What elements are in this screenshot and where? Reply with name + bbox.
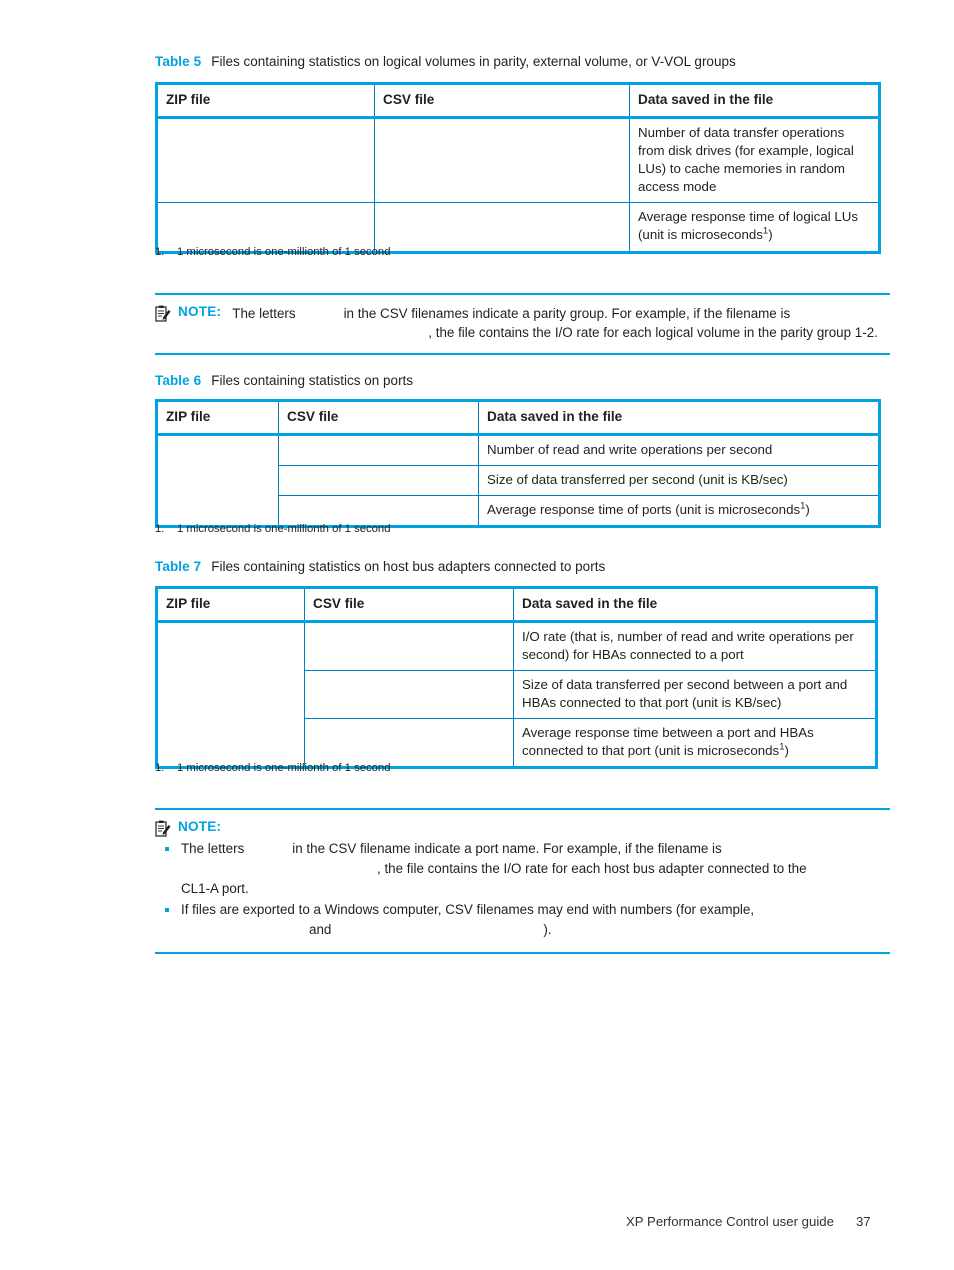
table-6-row-3-data-text: Average response time of ports (unit is … (487, 502, 801, 518)
note-2-bullet2-part1: If files are exported to a Windows compu… (181, 902, 755, 918)
table-row: I/O rate (that is, number of read and wr… (156, 621, 877, 768)
page-footer: XP Performance Control user guide 37 (626, 1214, 871, 1229)
table-7-footnote-number: 1. (155, 762, 165, 774)
table-6-row-2-csv (278, 465, 479, 497)
table-row: Number of read and write operations per … (156, 434, 880, 528)
table-5-row-1-zip (156, 117, 375, 204)
table-6-caption: Table 6 Files containing statistics on po… (155, 373, 413, 389)
table-6-row-2-data: Size of data transferred per second (uni… (478, 465, 880, 497)
table-6-row-3-data: Average response time of ports (unit is … (478, 495, 880, 527)
note-2-bullet1-part3: , the file contains the I/O rate for eac… (377, 860, 807, 876)
list-item: If files are exported to a Windows compu… (165, 900, 890, 940)
note-2-bullet2-part3: ). (543, 922, 552, 938)
table-6-footnote-number: 1. (155, 523, 165, 535)
table-5-footnote: 1. 1 microsecond is one-millionth of 1 se… (155, 246, 391, 260)
note-1-line1-part1: The letters (232, 306, 296, 321)
table-5-row-2-data: Average response time of logical LUs (un… (629, 202, 880, 253)
note-2-bullet2-part2: and (309, 922, 332, 938)
table-7-row-3-data-text: Average response time between a port and… (522, 725, 814, 759)
table-7-row-3-csv (304, 718, 514, 768)
table-6-zip-cell (156, 434, 279, 528)
table-5: ZIP file CSV file Data saved in the file… (155, 82, 881, 255)
table-6-caption-number: Table 6 (155, 373, 202, 388)
table-7-row-3-data-suffix: ) (784, 743, 789, 759)
footer-guide-title: XP Performance Control user guide (626, 1214, 834, 1229)
table-5-header-row: ZIP file CSV file Data saved in the file (156, 83, 880, 120)
table-5-caption: Table 5 Files containing statistics on lo… (155, 54, 736, 70)
table-6: ZIP file CSV file Data saved in the file… (155, 399, 881, 529)
note-rule-bottom (155, 352, 890, 355)
table-6-row-1-data: Number of read and write operations per … (478, 434, 880, 467)
table-7-caption-text: Files containing statistics on host bus … (211, 559, 606, 574)
table-7-row-2-data: Size of data transferred per second betw… (513, 670, 877, 720)
note-clipboard-icon (155, 305, 171, 322)
table-6-header-csv: CSV file (278, 400, 479, 437)
table-5-row-1-csv (374, 117, 630, 204)
page-number: 37 (855, 1214, 871, 1229)
table-7-footnote-text: 1 microsecond is one-millionth of 1 seco… (177, 762, 391, 774)
table-6-header-data: Data saved in the file (478, 400, 880, 437)
table-5-row-2-csv (374, 202, 630, 253)
table-6-row-3-data-suffix: ) (805, 502, 810, 518)
table-5-row-1-data: Number of data transfer operations from … (629, 117, 880, 204)
note-2-bullet1-part2: in the CSV filename indicate a port name… (292, 841, 722, 856)
table-5-header-zip: ZIP file (156, 83, 375, 120)
table-6-row-1-csv (278, 434, 479, 467)
note-2-bullet1-part4: CL1-A port. (181, 880, 249, 896)
note-1-text: The letters in the CSV filenames indicate… (232, 304, 878, 343)
table-7-footnote: 1. 1 microsecond is one-millionth of 1 se… (155, 762, 391, 776)
table-5-row-2-data-text: Average response time of logical LUs (un… (638, 209, 859, 243)
note-header: NOTE: (155, 819, 890, 837)
note-block-1: NOTE: The letters in the CSV filenames in… (155, 293, 890, 355)
table-6-header-zip: ZIP file (156, 400, 279, 437)
table-7-header-zip: ZIP file (156, 587, 305, 624)
table-row: Number of data transfer operations from … (156, 117, 880, 204)
table-5-caption-number: Table 5 (155, 54, 202, 69)
table-7-row-1-data: I/O rate (that is, number of read and wr… (513, 621, 877, 672)
note-body: NOTE: The letters in the CSV filenames in… (155, 295, 890, 353)
table-7-row-1-csv (304, 621, 514, 672)
note-2-bullet1-part1: The letters (181, 841, 245, 856)
note-2-bullet-list: The letters in the CSV filename indicate … (155, 839, 890, 940)
table-7-zip-cell (156, 621, 305, 768)
table-6-footnote-text: 1 microsecond is one-millionth of 1 seco… (177, 523, 391, 535)
table-7-header-csv: CSV file (304, 587, 514, 624)
table-7-header-row: ZIP file CSV file Data saved in the file (156, 587, 877, 624)
note-body: NOTE: The letters in the CSV filename ind… (155, 810, 890, 952)
table-5-header-csv: CSV file (374, 83, 630, 120)
table-7: ZIP file CSV file Data saved in the file… (155, 586, 878, 769)
table-6-caption-text: Files containing statistics on ports (211, 373, 414, 388)
note-label: NOTE: (178, 819, 222, 834)
table-5-row-2-data-suffix: ) (768, 227, 773, 243)
table-5-footnote-text: 1 microsecond is one-millionth of 1 seco… (177, 246, 391, 258)
list-item: The letters in the CSV filename indicate … (165, 839, 890, 898)
note-1-line1-part2: in the CSV filenames indicate a parity g… (343, 306, 791, 321)
note-1-line2-part1: , the file contains the I/O rate for eac… (428, 325, 878, 341)
table-5-footnote-number: 1. (155, 246, 165, 258)
table-7-row-2-csv (304, 670, 514, 720)
note-label: NOTE: (178, 304, 222, 319)
table-7-caption: Table 7 Files containing statistics on ho… (155, 559, 605, 575)
table-6-header-row: ZIP file CSV file Data saved in the file (156, 400, 880, 437)
note-rule-bottom (155, 952, 890, 955)
table-7-header-data: Data saved in the file (513, 587, 877, 624)
table-5-caption-text: Files containing statistics on logical v… (211, 54, 736, 69)
note-header: NOTE: The letters in the CSV filenames in… (155, 304, 890, 343)
table-5-header-data: Data saved in the file (629, 83, 880, 120)
table-7-row-3-data: Average response time between a port and… (513, 718, 877, 768)
table-7-caption-number: Table 7 (155, 559, 202, 574)
document-page: Table 5 Files containing statistics on lo… (0, 0, 954, 1270)
note-block-2: NOTE: The letters in the CSV filename ind… (155, 808, 890, 955)
table-6-footnote: 1. 1 microsecond is one-millionth of 1 se… (155, 523, 391, 537)
note-clipboard-icon (155, 820, 171, 837)
